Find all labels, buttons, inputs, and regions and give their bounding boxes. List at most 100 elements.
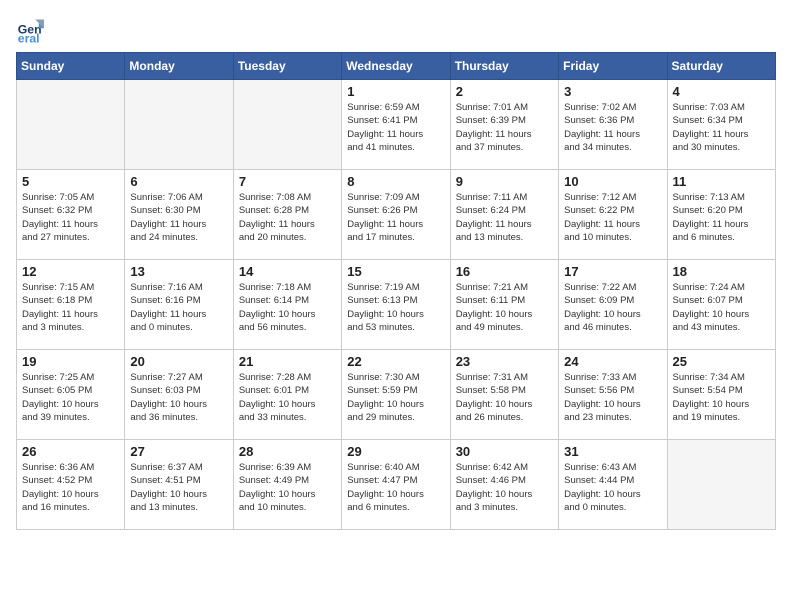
day-info: Sunrise: 7:25 AM Sunset: 6:05 PM Dayligh… [22,371,119,424]
calendar-cell: 28Sunrise: 6:39 AM Sunset: 4:49 PM Dayli… [233,440,341,530]
day-number: 10 [564,174,661,189]
day-number: 26 [22,444,119,459]
day-info: Sunrise: 6:43 AM Sunset: 4:44 PM Dayligh… [564,461,661,514]
calendar-cell: 24 Sunrise: 7:33 AM Sunset: 5:56 PM Dayli… [559,350,667,440]
logo: Gen eral [16,16,48,44]
day-info: Sunrise: 7:21 AM Sunset: 6:11 PM Dayligh… [456,281,553,334]
calendar-cell: 13 Sunrise: 7:16 AM Sunset: 6:16 PM Dayli… [125,260,233,350]
day-info: Sunrise: 6:39 AM Sunset: 4:49 PM Dayligh… [239,461,336,514]
weekday-header-monday: Monday [125,53,233,80]
calendar-cell: 7Sunrise: 7:08 AM Sunset: 6:28 PM Daylig… [233,170,341,260]
day-info: Sunrise: 6:36 AM Sunset: 4:52 PM Dayligh… [22,461,119,514]
calendar-table: SundayMondayTuesdayWednesdayThursdayFrid… [16,52,776,530]
day-info: Sunrise: 7:22 AM Sunset: 6:09 PM Dayligh… [564,281,661,334]
day-info: Sunrise: 7:03 AM Sunset: 6:34 PM Dayligh… [673,101,770,154]
calendar-week-2: 5Sunrise: 7:05 AM Sunset: 6:32 PM Daylig… [17,170,776,260]
day-info: Sunrise: 7:01 AM Sunset: 6:39 PM Dayligh… [456,101,553,154]
day-info: Sunrise: 7:30 AM Sunset: 5:59 PM Dayligh… [347,371,444,424]
weekday-header-tuesday: Tuesday [233,53,341,80]
day-info: Sunrise: 6:40 AM Sunset: 4:47 PM Dayligh… [347,461,444,514]
calendar-cell: 3Sunrise: 7:02 AM Sunset: 6:36 PM Daylig… [559,80,667,170]
day-info: Sunrise: 7:16 AM Sunset: 6:16 PM Dayligh… [130,281,227,334]
calendar-cell: 16 Sunrise: 7:21 AM Sunset: 6:11 PM Dayli… [450,260,558,350]
day-number: 19 [22,354,119,369]
calendar-cell: 10 Sunrise: 7:12 AM Sunset: 6:22 PM Dayli… [559,170,667,260]
day-info: Sunrise: 7:31 AM Sunset: 5:58 PM Dayligh… [456,371,553,424]
day-info: Sunrise: 7:12 AM Sunset: 6:22 PM Dayligh… [564,191,661,244]
day-info: Sunrise: 7:06 AM Sunset: 6:30 PM Dayligh… [130,191,227,244]
day-number: 29 [347,444,444,459]
day-number: 6 [130,174,227,189]
day-info: Sunrise: 7:33 AM Sunset: 5:56 PM Dayligh… [564,371,661,424]
calendar-cell: 18 Sunrise: 7:24 AM Sunset: 6:07 PM Dayli… [667,260,775,350]
day-info: Sunrise: 6:37 AM Sunset: 4:51 PM Dayligh… [130,461,227,514]
calendar-cell: 1Sunrise: 6:59 AM Sunset: 6:41 PM Daylig… [342,80,450,170]
day-number: 31 [564,444,661,459]
calendar-cell: 31 Sunrise: 6:43 AM Sunset: 4:44 PM Dayli… [559,440,667,530]
day-number: 27 [130,444,227,459]
calendar-week-5: 26 Sunrise: 6:36 AM Sunset: 4:52 PM Dayli… [17,440,776,530]
svg-text:eral: eral [18,31,40,44]
day-info: Sunrise: 7:24 AM Sunset: 6:07 PM Dayligh… [673,281,770,334]
calendar-cell: 8 Sunrise: 7:09 AM Sunset: 6:26 PM Daylig… [342,170,450,260]
day-number: 3 [564,84,661,99]
calendar-week-3: 12 Sunrise: 7:15 AM Sunset: 6:18 PM Dayli… [17,260,776,350]
calendar-cell: 22 Sunrise: 7:30 AM Sunset: 5:59 PM Dayli… [342,350,450,440]
day-info: Sunrise: 7:11 AM Sunset: 6:24 PM Dayligh… [456,191,553,244]
day-info: Sunrise: 7:09 AM Sunset: 6:26 PM Dayligh… [347,191,444,244]
calendar-cell: 30Sunrise: 6:42 AM Sunset: 4:46 PM Dayli… [450,440,558,530]
calendar-cell: 17 Sunrise: 7:22 AM Sunset: 6:09 PM Dayli… [559,260,667,350]
day-number: 24 [564,354,661,369]
calendar-cell [17,80,125,170]
day-number: 17 [564,264,661,279]
day-number: 12 [22,264,119,279]
day-number: 13 [130,264,227,279]
calendar-cell: 27 Sunrise: 6:37 AM Sunset: 4:51 PM Dayli… [125,440,233,530]
logo-icon: Gen eral [16,16,44,44]
calendar-cell: 12 Sunrise: 7:15 AM Sunset: 6:18 PM Dayli… [17,260,125,350]
calendar-week-4: 19 Sunrise: 7:25 AM Sunset: 6:05 PM Dayli… [17,350,776,440]
weekday-header-thursday: Thursday [450,53,558,80]
calendar-cell: 4 Sunrise: 7:03 AM Sunset: 6:34 PM Daylig… [667,80,775,170]
day-number: 18 [673,264,770,279]
day-info: Sunrise: 7:27 AM Sunset: 6:03 PM Dayligh… [130,371,227,424]
weekday-header-friday: Friday [559,53,667,80]
calendar-cell: 19 Sunrise: 7:25 AM Sunset: 6:05 PM Dayli… [17,350,125,440]
day-number: 30 [456,444,553,459]
calendar-cell: 15 Sunrise: 7:19 AM Sunset: 6:13 PM Dayli… [342,260,450,350]
day-number: 25 [673,354,770,369]
day-number: 9 [456,174,553,189]
calendar-week-1: 1Sunrise: 6:59 AM Sunset: 6:41 PM Daylig… [17,80,776,170]
day-number: 15 [347,264,444,279]
calendar-cell: 2 Sunrise: 7:01 AM Sunset: 6:39 PM Daylig… [450,80,558,170]
calendar-cell: 29 Sunrise: 6:40 AM Sunset: 4:47 PM Dayli… [342,440,450,530]
day-number: 23 [456,354,553,369]
weekday-header-sunday: Sunday [17,53,125,80]
calendar-body: 1Sunrise: 6:59 AM Sunset: 6:41 PM Daylig… [17,80,776,530]
day-number: 11 [673,174,770,189]
day-number: 4 [673,84,770,99]
calendar-cell: 14Sunrise: 7:18 AM Sunset: 6:14 PM Dayli… [233,260,341,350]
day-info: Sunrise: 7:08 AM Sunset: 6:28 PM Dayligh… [239,191,336,244]
day-info: Sunrise: 7:13 AM Sunset: 6:20 PM Dayligh… [673,191,770,244]
calendar-cell: 6 Sunrise: 7:06 AM Sunset: 6:30 PM Daylig… [125,170,233,260]
day-number: 1 [347,84,444,99]
day-number: 2 [456,84,553,99]
day-number: 22 [347,354,444,369]
calendar-cell [233,80,341,170]
calendar-cell: 5Sunrise: 7:05 AM Sunset: 6:32 PM Daylig… [17,170,125,260]
calendar-header: SundayMondayTuesdayWednesdayThursdayFrid… [17,53,776,80]
day-number: 8 [347,174,444,189]
day-info: Sunrise: 7:28 AM Sunset: 6:01 PM Dayligh… [239,371,336,424]
day-number: 21 [239,354,336,369]
day-number: 20 [130,354,227,369]
day-number: 16 [456,264,553,279]
day-info: Sunrise: 7:19 AM Sunset: 6:13 PM Dayligh… [347,281,444,334]
calendar-cell: 11 Sunrise: 7:13 AM Sunset: 6:20 PM Dayli… [667,170,775,260]
day-info: Sunrise: 7:15 AM Sunset: 6:18 PM Dayligh… [22,281,119,334]
calendar-cell: 23 Sunrise: 7:31 AM Sunset: 5:58 PM Dayli… [450,350,558,440]
calendar-cell: 26 Sunrise: 6:36 AM Sunset: 4:52 PM Dayli… [17,440,125,530]
calendar-cell [667,440,775,530]
calendar-cell: 25Sunrise: 7:34 AM Sunset: 5:54 PM Dayli… [667,350,775,440]
calendar-cell: 20 Sunrise: 7:27 AM Sunset: 6:03 PM Dayli… [125,350,233,440]
